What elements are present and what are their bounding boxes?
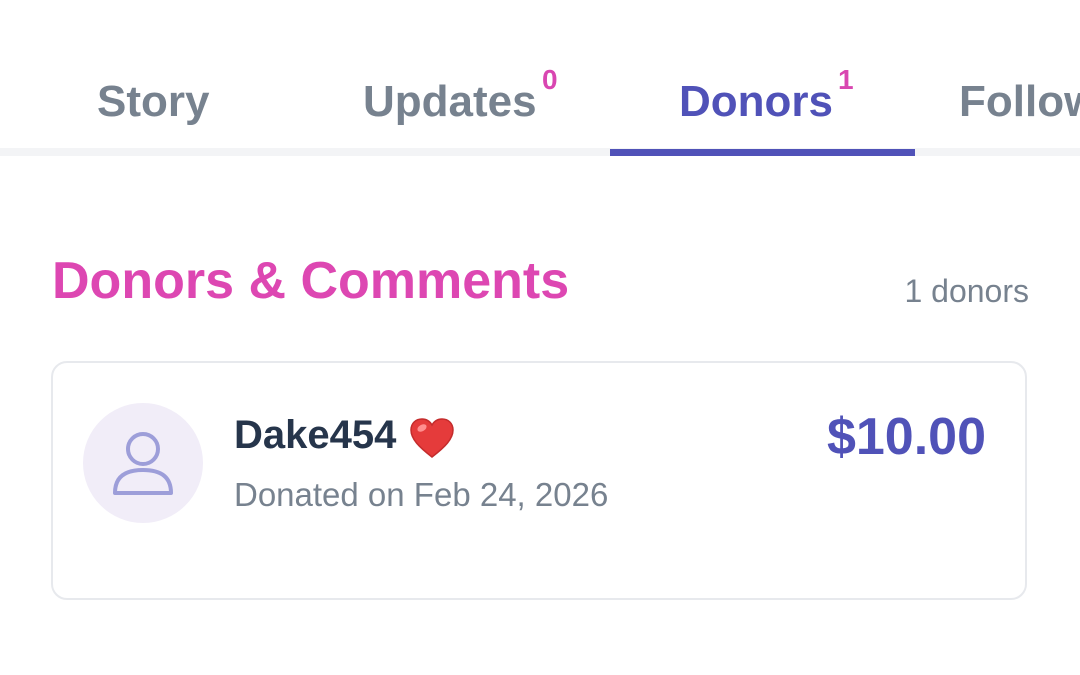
tab-bar: Story Updates 0 Donors 1 Followers xyxy=(0,0,1080,156)
donor-card[interactable]: Dake454 Donated on Feb 24, 2026 $10.00 xyxy=(51,361,1027,600)
tab-updates[interactable]: Updates 0 xyxy=(363,66,558,130)
avatar xyxy=(83,403,203,523)
heart-icon xyxy=(409,417,455,464)
tab-updates-count-badge: 0 xyxy=(542,64,558,95)
tab-donors-label: Donors xyxy=(679,77,833,126)
tab-donors[interactable]: Donors 1 xyxy=(679,66,854,130)
tab-followers[interactable]: Followers xyxy=(959,74,1080,130)
tab-story[interactable]: Story xyxy=(97,74,209,130)
tab-story-label: Story xyxy=(97,77,210,126)
user-icon xyxy=(113,432,173,495)
donor-count: 1 donors xyxy=(904,273,1029,309)
donors-page: Story Updates 0 Donors 1 Followers Donor… xyxy=(0,0,1080,675)
section-title: Donors & Comments xyxy=(52,252,570,310)
tab-updates-label: Updates xyxy=(363,77,537,126)
tab-followers-label: Followers xyxy=(959,77,1080,126)
active-tab-indicator xyxy=(610,149,915,156)
donor-name: Dake454 xyxy=(234,413,397,457)
donation-amount: $10.00 xyxy=(826,408,986,466)
donor-name-row: Dake454 xyxy=(234,411,455,459)
donation-date: Donated on Feb 24, 2026 xyxy=(234,476,609,513)
tab-donors-count-badge: 1 xyxy=(838,64,854,95)
tab-divider xyxy=(0,148,1080,156)
